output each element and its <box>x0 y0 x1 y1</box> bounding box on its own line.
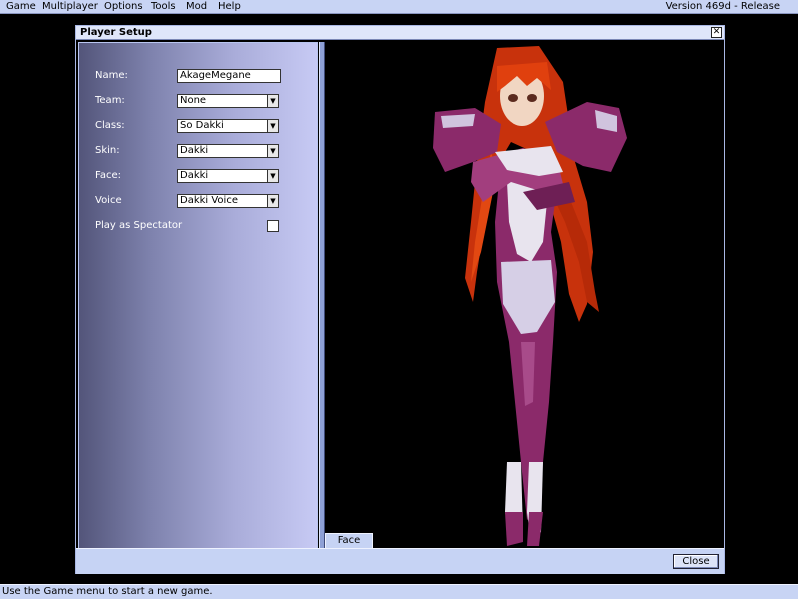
voice-select[interactable]: Dakki Voice ▼ <box>177 194 279 208</box>
chevron-down-icon[interactable]: ▼ <box>267 120 278 132</box>
settings-panel: Name: AkageMegane Team: None ▼ Class: So… <box>78 42 318 550</box>
menu-bar: Game Multiplayer Options Tools Mod Help … <box>0 0 798 14</box>
tab-face[interactable]: Face <box>325 533 373 548</box>
chevron-down-icon[interactable]: ▼ <box>267 170 278 182</box>
status-bar: Use the Game menu to start a new game. <box>0 584 798 599</box>
chevron-down-icon[interactable]: ▼ <box>267 195 278 207</box>
window-title: Player Setup <box>80 27 152 38</box>
skin-select[interactable]: Dakki ▼ <box>177 144 279 158</box>
team-label: Team: <box>95 95 125 106</box>
skin-value: Dakki <box>180 145 209 156</box>
class-value: So Dakki <box>180 120 224 131</box>
skin-label: Skin: <box>95 145 120 156</box>
status-text: Use the Game menu to start a new game. <box>2 586 213 597</box>
spectator-checkbox[interactable] <box>267 220 279 232</box>
menu-tools[interactable]: Tools <box>151 0 176 13</box>
close-button[interactable]: Close <box>673 554 719 569</box>
spectator-label: Play as Spectator <box>95 220 183 231</box>
chevron-down-icon[interactable]: ▼ <box>267 145 278 157</box>
menu-game[interactable]: Game <box>6 0 36 13</box>
voice-label: Voice <box>95 195 122 206</box>
face-value: Dakki <box>180 170 209 181</box>
team-select[interactable]: None ▼ <box>177 94 279 108</box>
voice-value: Dakki Voice <box>180 195 238 206</box>
player-model-preview[interactable]: Face <box>325 42 723 548</box>
name-input[interactable]: AkageMegane <box>177 69 281 83</box>
window-bottom-bar: Close <box>76 548 724 574</box>
player-setup-window: Player Setup ✕ Name: AkageMegane Team: N… <box>75 25 725 574</box>
menu-mod[interactable]: Mod <box>186 0 207 13</box>
chevron-down-icon[interactable]: ▼ <box>267 95 278 107</box>
class-select[interactable]: So Dakki ▼ <box>177 119 279 133</box>
version-label: Version 469d - Release <box>665 1 780 12</box>
menu-options[interactable]: Options <box>104 0 143 13</box>
name-label: Name: <box>95 70 128 81</box>
face-select[interactable]: Dakki ▼ <box>177 169 279 183</box>
menu-help[interactable]: Help <box>218 0 241 13</box>
window-titlebar[interactable]: Player Setup ✕ <box>76 26 724 40</box>
character-model <box>433 46 627 546</box>
class-label: Class: <box>95 120 125 131</box>
menu-multiplayer[interactable]: Multiplayer <box>42 0 98 13</box>
team-value: None <box>180 95 207 106</box>
face-label: Face: <box>95 170 121 181</box>
window-close-icon[interactable]: ✕ <box>711 27 722 38</box>
